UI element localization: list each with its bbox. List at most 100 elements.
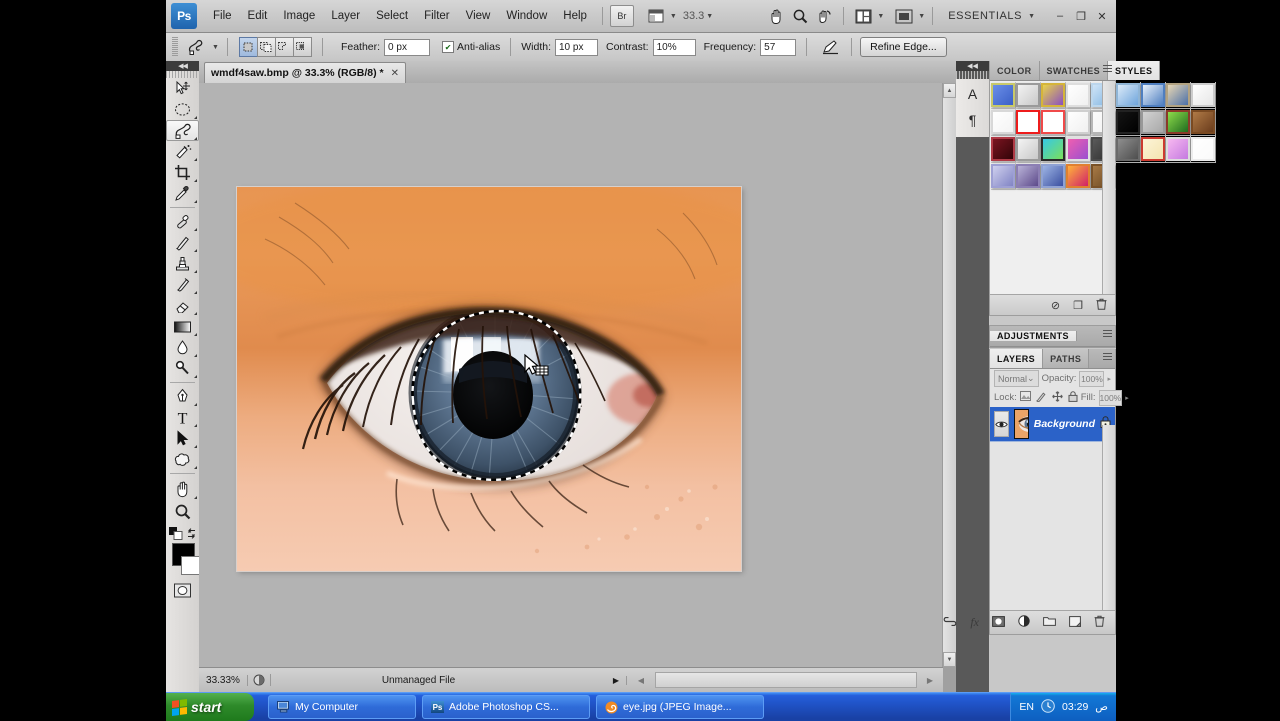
- lock-position-icon[interactable]: [1052, 391, 1063, 405]
- pen-tool[interactable]: [166, 386, 199, 407]
- new-selection-button[interactable]: [239, 37, 258, 57]
- style-swatch[interactable]: [1116, 136, 1141, 163]
- horizontal-scroll-right-arrow-icon[interactable]: ▶: [917, 676, 943, 685]
- style-swatch[interactable]: [1191, 109, 1216, 136]
- magnetic-lasso-tool-preset-icon[interactable]: [182, 36, 210, 58]
- history-brush-tool[interactable]: [166, 274, 199, 295]
- grey-matte[interactable]: [1141, 110, 1165, 134]
- restore-button[interactable]: ❐: [1073, 8, 1089, 24]
- clock-icon[interactable]: [1041, 699, 1055, 716]
- steel-drop[interactable]: [1116, 137, 1140, 161]
- blue-glass-button[interactable]: [991, 83, 1015, 107]
- layer-name[interactable]: Background: [1034, 418, 1095, 430]
- style-swatch[interactable]: [1141, 136, 1166, 163]
- lock-image-pixels-icon[interactable]: [1036, 391, 1047, 405]
- menu-image[interactable]: Image: [275, 6, 323, 26]
- toolbox-collapse-handle[interactable]: ◀◀: [166, 61, 199, 71]
- blend-mode-caret-icon[interactable]: ⌄: [1027, 373, 1035, 384]
- pink-violet-fade[interactable]: [1166, 137, 1190, 161]
- magnetic-lasso-tool[interactable]: [166, 120, 199, 141]
- arrange-caret-icon[interactable]: ▼: [877, 13, 884, 20]
- menu-window[interactable]: Window: [498, 6, 555, 26]
- workspace-switcher-label[interactable]: ESSENTIALS: [948, 10, 1022, 22]
- brown-texture[interactable]: [1191, 110, 1215, 134]
- style-swatch[interactable]: [1066, 136, 1091, 163]
- tool-flyout-triangle-icon[interactable]: [194, 228, 197, 231]
- subtract-from-selection-button[interactable]: [275, 37, 294, 57]
- style-swatch[interactable]: [1116, 82, 1141, 109]
- colorful-pattern[interactable]: [1041, 83, 1065, 107]
- tool-flyout-triangle-icon[interactable]: [194, 179, 197, 182]
- hand-tool-icon[interactable]: [764, 5, 788, 27]
- rotate-view-tool-icon[interactable]: [812, 5, 836, 27]
- style-swatch[interactable]: [1166, 82, 1191, 109]
- contrast-input[interactable]: 10%: [653, 39, 696, 56]
- new-style-icon[interactable]: ❐: [1073, 299, 1083, 312]
- tab-styles[interactable]: STYLES: [1108, 61, 1160, 80]
- pen-pressure-icon[interactable]: [817, 36, 843, 58]
- taskbar-item-firefox[interactable]: eye.jpg (JPEG Image...: [596, 695, 764, 719]
- tool-flyout-triangle-icon[interactable]: [194, 291, 197, 294]
- style-swatch[interactable]: [991, 109, 1016, 136]
- blue-double-ring[interactable]: [1141, 83, 1165, 107]
- layer-style-icon[interactable]: fx: [970, 615, 979, 630]
- layers-scrollbar[interactable]: [1102, 425, 1115, 611]
- style-swatch[interactable]: [1016, 109, 1041, 136]
- frequency-input[interactable]: 57: [760, 39, 796, 56]
- tool-flyout-triangle-icon[interactable]: [194, 403, 197, 406]
- screen-mode-caret-icon[interactable]: ▼: [918, 13, 925, 20]
- tool-flyout-triangle-icon[interactable]: [194, 354, 197, 357]
- toolbox-grip[interactable]: [166, 71, 199, 78]
- options-bar-grip[interactable]: [172, 37, 178, 57]
- scroll-up-arrow-icon[interactable]: ▲: [943, 83, 956, 98]
- style-swatch[interactable]: [991, 163, 1016, 190]
- photoshop-logo-icon[interactable]: Ps: [171, 3, 197, 29]
- crop-tool[interactable]: [166, 162, 199, 183]
- quick-selection-tool[interactable]: [166, 141, 199, 162]
- document-tab[interactable]: wmdf4saw.bmp @ 33.3% (RGB/8) * ✕: [204, 62, 406, 83]
- path-selection-tool[interactable]: [166, 428, 199, 449]
- style-swatch[interactable]: [1066, 82, 1091, 109]
- horizontal-scroll-left-arrow-icon[interactable]: ◀: [626, 676, 655, 685]
- grey-drop-shadow[interactable]: [1016, 83, 1040, 107]
- eraser-tool[interactable]: [166, 295, 199, 316]
- taskbar-item-photoshop[interactable]: Ps Adobe Photoshop CS...: [422, 695, 590, 719]
- new-group-icon[interactable]: [1043, 616, 1056, 629]
- blue-bevel-shadow[interactable]: [1116, 83, 1140, 107]
- style-swatch[interactable]: [1141, 109, 1166, 136]
- quick-mask-mode-button[interactable]: [166, 579, 199, 601]
- screen-mode-icon[interactable]: [892, 5, 916, 27]
- zoom-tool[interactable]: [166, 500, 199, 523]
- tool-flyout-triangle-icon[interactable]: [194, 333, 197, 336]
- scroll-down-arrow-icon[interactable]: ▼: [943, 652, 956, 667]
- new-layer-icon[interactable]: [1069, 616, 1081, 630]
- spot-healing-brush-tool[interactable]: [166, 211, 199, 232]
- status-zoom-value[interactable]: 33.33%: [199, 675, 248, 686]
- launch-bridge-button[interactable]: Br: [610, 5, 634, 27]
- tool-flyout-triangle-icon[interactable]: [194, 445, 197, 448]
- style-swatch[interactable]: [1041, 136, 1066, 163]
- delete-style-icon[interactable]: [1096, 298, 1107, 313]
- elliptical-marquee-tool[interactable]: [166, 99, 199, 120]
- view-extras-icon[interactable]: [644, 5, 668, 27]
- style-swatch[interactable]: [1066, 109, 1091, 136]
- blur-tool[interactable]: [166, 337, 199, 358]
- cream-red-frame[interactable]: [1141, 137, 1165, 161]
- style-swatch[interactable]: [1066, 163, 1091, 190]
- background-color-swatch[interactable]: [181, 556, 200, 575]
- delete-layer-icon[interactable]: [1094, 615, 1105, 630]
- character-panel-icon[interactable]: A: [956, 81, 989, 107]
- faint-white[interactable]: [1191, 137, 1215, 161]
- style-swatch[interactable]: [1191, 136, 1216, 163]
- style-swatch[interactable]: [991, 136, 1016, 163]
- style-swatch[interactable]: [1116, 109, 1141, 136]
- refine-edge-button[interactable]: Refine Edge...: [860, 37, 947, 57]
- minimize-button[interactable]: –: [1052, 8, 1068, 24]
- tab-paths[interactable]: PATHS: [1043, 349, 1089, 368]
- tool-flyout-triangle-icon[interactable]: [194, 270, 197, 273]
- arrange-documents-icon[interactable]: [851, 5, 875, 27]
- blue-inner-glow[interactable]: [1041, 164, 1065, 188]
- lavender-block[interactable]: [991, 164, 1015, 188]
- tab-color[interactable]: COLOR: [990, 61, 1040, 80]
- menu-file[interactable]: File: [205, 6, 240, 26]
